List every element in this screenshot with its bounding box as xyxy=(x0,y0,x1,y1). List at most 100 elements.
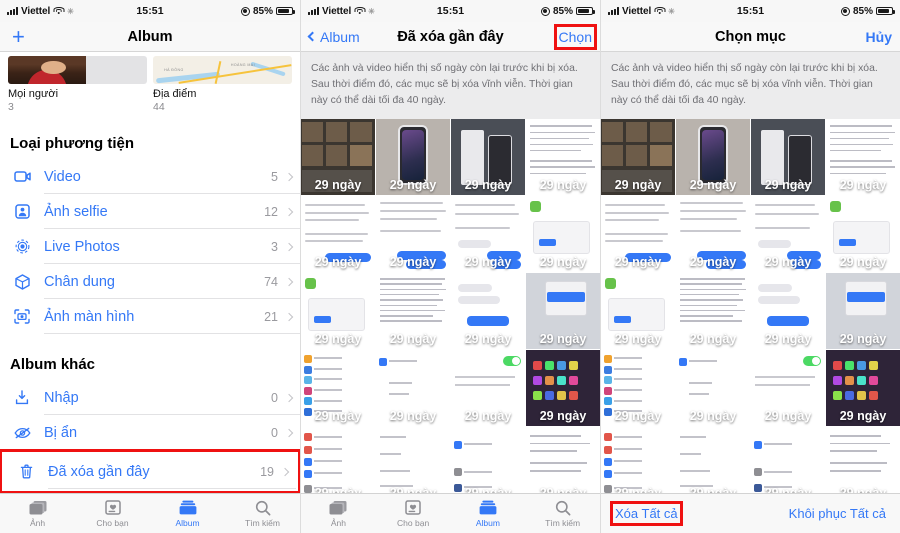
photo-grid-middle[interactable]: 29 ngày 29 ngày 29 ngày 29 ngày 29 ngày … xyxy=(301,119,600,504)
tab-label: Cho bạn xyxy=(96,518,129,528)
photo-cell[interactable]: 29 ngày xyxy=(301,427,375,504)
map-label-ha-dong: HÀ ĐÔNG xyxy=(164,67,184,72)
chevron-right-icon xyxy=(284,428,294,437)
sidebar-item-hidden[interactable]: Bị ẩn 0 xyxy=(0,415,300,450)
days-remaining-badge: 29 ngày xyxy=(539,409,587,424)
photo-cell[interactable]: 29 ngày xyxy=(376,119,450,196)
battery-percent-label: 85% xyxy=(852,5,873,17)
sidebar-item-portrait[interactable]: Chân dung 74 xyxy=(0,264,300,299)
days-remaining-badge: 29 ngày xyxy=(464,178,512,193)
photo-cell[interactable]: 29 ngày xyxy=(751,119,825,196)
photo-cell[interactable]: 29 ngày xyxy=(301,196,375,273)
status-right-group: 85% xyxy=(240,6,295,17)
photo-cell[interactable]: 29 ngày xyxy=(376,350,450,427)
import-icon xyxy=(10,387,34,409)
photo-cell[interactable]: 29 ngày xyxy=(526,427,600,504)
photo-cell[interactable]: 29 ngày xyxy=(826,427,900,504)
photo-cell[interactable]: 29 ngày xyxy=(751,350,825,427)
photo-cell[interactable]: 29 ngày xyxy=(751,427,825,504)
photo-cell[interactable]: 29 ngày xyxy=(376,196,450,273)
add-album-button[interactable]: + xyxy=(8,25,25,48)
days-remaining-badge: 29 ngày xyxy=(389,409,437,424)
delete-all-button[interactable]: Xóa Tất cả xyxy=(610,501,683,526)
photo-cell[interactable]: 29 ngày xyxy=(826,196,900,273)
photo-cell[interactable]: 29 ngày xyxy=(376,273,450,350)
sidebar-item-recently-deleted[interactable]: Đã xóa gần đây 19 xyxy=(0,449,300,494)
chevron-right-icon xyxy=(284,242,294,251)
restore-all-button[interactable]: Khôi phục Tất cả xyxy=(789,506,886,521)
album-card-places[interactable]: HÀ ĐÔNG HOÀNG MAI Địa điểm 44 xyxy=(153,56,292,113)
tab-search[interactable]: Tìm kiếm xyxy=(525,499,600,528)
select-button[interactable]: Chọn xyxy=(553,23,598,50)
search-icon xyxy=(555,499,571,516)
tab-for-you[interactable]: Cho bạn xyxy=(75,499,150,528)
location-services-icon xyxy=(540,6,550,16)
photo-cell[interactable]: 29 ngày xyxy=(676,350,750,427)
status-bar-left: Viettel ✳ 15:51 85% xyxy=(0,0,300,22)
album-card-count: 44 xyxy=(153,101,165,113)
tab-albums[interactable]: Album xyxy=(150,499,225,528)
tab-albums[interactable]: Album xyxy=(451,499,526,528)
for-you-icon xyxy=(104,499,121,516)
photo-cell[interactable]: 29 ngày xyxy=(376,427,450,504)
sidebar-item-screenshots[interactable]: Ảnh màn hình 21 xyxy=(0,299,300,334)
days-remaining-badge: 29 ngày xyxy=(389,178,437,193)
photo-cell[interactable]: 29 ngày xyxy=(301,273,375,350)
photo-cell[interactable]: 29 ngày xyxy=(451,427,525,504)
days-remaining-badge: 29 ngày xyxy=(839,409,887,424)
sidebar-item-imported[interactable]: Nhập 0 xyxy=(0,380,300,415)
sidebar-item-count: 74 xyxy=(264,274,278,289)
album-card-people[interactable]: Mọi người 3 xyxy=(8,56,147,113)
panel-select-items: Viettel ✳ 15:51 85% Chọn mục Hủy Các ảnh… xyxy=(600,0,900,533)
photo-cell[interactable]: 29 ngày xyxy=(751,273,825,350)
panel-recently-deleted: Viettel ✳ 15:51 85% Album Đã xóa gần đây… xyxy=(300,0,600,533)
photo-cell[interactable]: 29 ngày xyxy=(526,119,600,196)
photo-cell[interactable]: 29 ngày xyxy=(676,427,750,504)
photo-grid-right[interactable]: 29 ngày 29 ngày 29 ngày 29 ngày 29 ngày … xyxy=(601,119,900,504)
back-button[interactable]: Album xyxy=(307,29,360,45)
album-scroll-area[interactable]: Mọi người 3 HÀ ĐÔNG HOÀNG MAI Địa điểm 4… xyxy=(0,52,300,533)
photo-cell[interactable]: 29 ngày xyxy=(601,196,675,273)
photo-cell[interactable]: 29 ngày xyxy=(751,196,825,273)
tab-photos[interactable]: Ảnh xyxy=(0,499,75,528)
photo-cell[interactable]: 29 ngày xyxy=(676,119,750,196)
photo-cell[interactable]: 29 ngày xyxy=(676,273,750,350)
days-remaining-badge: 29 ngày xyxy=(464,255,512,270)
photo-cell[interactable]: 29 ngày xyxy=(526,196,600,273)
sidebar-item-live-photos[interactable]: Live Photos 3 xyxy=(0,229,300,264)
battery-percent-label: 85% xyxy=(552,5,573,17)
photo-cell[interactable]: 29 ngày xyxy=(601,273,675,350)
photo-cell[interactable]: 29 ngày xyxy=(601,350,675,427)
tab-bar-left: Ảnh Cho bạn Album Tìm kiếm xyxy=(0,493,300,533)
days-remaining-badge: 29 ngày xyxy=(689,409,737,424)
photo-cell[interactable]: 29 ngày xyxy=(676,196,750,273)
sidebar-item-selfies[interactable]: Ảnh selfie 12 xyxy=(0,194,300,229)
photo-cell[interactable]: 29 ngày xyxy=(451,273,525,350)
battery-icon xyxy=(876,6,895,16)
photo-cell[interactable]: 29 ngày xyxy=(601,427,675,504)
sidebar-item-label: Ảnh màn hình xyxy=(44,308,135,325)
photo-cell[interactable]: 29 ngày xyxy=(826,350,900,427)
days-remaining-badge: 29 ngày xyxy=(314,332,362,347)
tab-label: Tìm kiếm xyxy=(545,518,581,528)
sync-icon: ✳ xyxy=(668,6,675,16)
page-title: Chọn mục xyxy=(715,28,786,45)
photo-cell[interactable]: 29 ngày xyxy=(826,273,900,350)
photo-cell[interactable]: 29 ngày xyxy=(301,119,375,196)
tab-photos[interactable]: Ảnh xyxy=(301,499,376,528)
chevron-right-icon xyxy=(284,207,294,216)
photo-cell[interactable]: 29 ngày xyxy=(301,350,375,427)
photo-cell[interactable]: 29 ngày xyxy=(451,119,525,196)
sidebar-item-video[interactable]: Video 5 xyxy=(0,159,300,194)
photo-cell[interactable]: 29 ngày xyxy=(601,119,675,196)
cancel-button[interactable]: Hủy xyxy=(866,29,892,45)
selfie-portrait-icon xyxy=(10,201,34,223)
photo-cell[interactable]: 29 ngày xyxy=(451,196,525,273)
photo-cell[interactable]: 29 ngày xyxy=(526,273,600,350)
tab-search[interactable]: Tìm kiếm xyxy=(225,499,300,528)
carrier-label: Viettel xyxy=(21,5,51,17)
photo-cell[interactable]: 29 ngày xyxy=(826,119,900,196)
photo-cell[interactable]: 29 ngày xyxy=(451,350,525,427)
tab-for-you[interactable]: Cho bạn xyxy=(376,499,451,528)
photo-cell[interactable]: 29 ngày xyxy=(526,350,600,427)
